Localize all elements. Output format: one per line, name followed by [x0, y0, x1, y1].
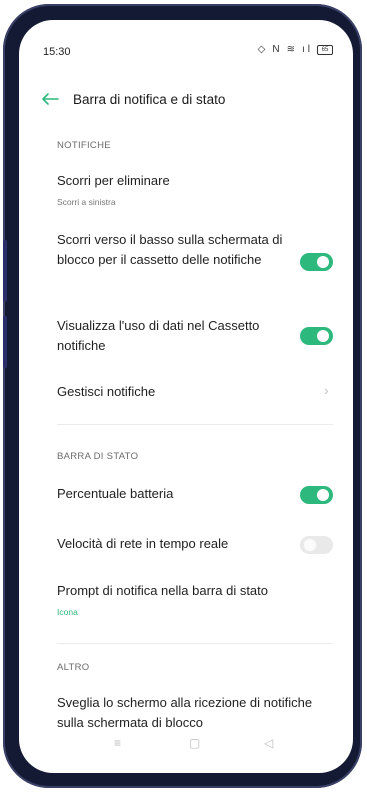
- toggle-knob: [317, 330, 329, 342]
- item-title: Percentuale batteria: [57, 486, 174, 501]
- back-arrow-icon[interactable]: [41, 92, 59, 106]
- toggle-scorri-basso[interactable]: [300, 253, 333, 271]
- item-subtitle: Icona: [57, 607, 78, 617]
- toggle-knob: [317, 489, 329, 501]
- signal-icon: ıl: [302, 44, 313, 55]
- toggle-knob: [304, 539, 316, 551]
- back-triangle-icon[interactable]: ◁: [264, 736, 273, 750]
- phone-frame: 15:30 ◇ N ≋ ıl 65 Barra di notifica e di…: [3, 4, 362, 788]
- wifi-icon: ≋: [286, 44, 298, 55]
- status-bar: 15:30 ◇ N ≋ ıl 65: [19, 20, 353, 64]
- section-barra-di-stato: BARRA DI STATO: [57, 451, 139, 462]
- nav-bar: ≡ ▢ ◁: [19, 736, 353, 760]
- home-icon[interactable]: ▢: [189, 736, 200, 750]
- divider: [57, 424, 333, 425]
- battery-icon: 65: [317, 44, 333, 55]
- header: Barra di notifica e di stato: [19, 88, 353, 116]
- item-title: Sveglia lo schermo alla ricezione di not…: [57, 695, 313, 730]
- divider: [57, 643, 333, 644]
- toggle-velocita-rete[interactable]: [300, 536, 333, 554]
- status-time: 15:30: [43, 46, 71, 58]
- item-title: Velocità di rete in tempo reale: [57, 536, 229, 551]
- menu-icon[interactable]: ≡: [114, 736, 121, 750]
- toggle-uso-dati[interactable]: [300, 327, 333, 345]
- alarm-icon: ◇: [257, 44, 269, 55]
- volume-button: [3, 240, 7, 302]
- toggle-knob: [317, 256, 329, 268]
- item-subtitle: Scorri a sinistra: [57, 197, 116, 207]
- page-title: Barra di notifica e di stato: [73, 92, 226, 107]
- item-title: Prompt di notifica nella barra di stato: [57, 583, 268, 598]
- power-button: [3, 316, 7, 368]
- section-altro: ALTRO: [57, 662, 90, 673]
- status-icons: ◇ N ≋ ıl 65: [258, 44, 333, 55]
- chevron-right-icon: ›: [324, 382, 329, 398]
- toggle-percentuale-batteria[interactable]: [300, 486, 333, 504]
- screen: 15:30 ◇ N ≋ ıl 65 Barra di notifica e di…: [19, 20, 353, 773]
- item-title: Visualizza l'uso di dati nel Cassetto no…: [57, 318, 260, 353]
- item-title: Gestisci notifiche: [57, 384, 156, 399]
- nfc-icon: N: [272, 44, 283, 55]
- item-title: Scorri per eliminare: [57, 173, 170, 188]
- item-title: Scorri verso il basso sulla schermata di…: [57, 232, 283, 267]
- section-notifiche: NOTIFICHE: [57, 140, 111, 151]
